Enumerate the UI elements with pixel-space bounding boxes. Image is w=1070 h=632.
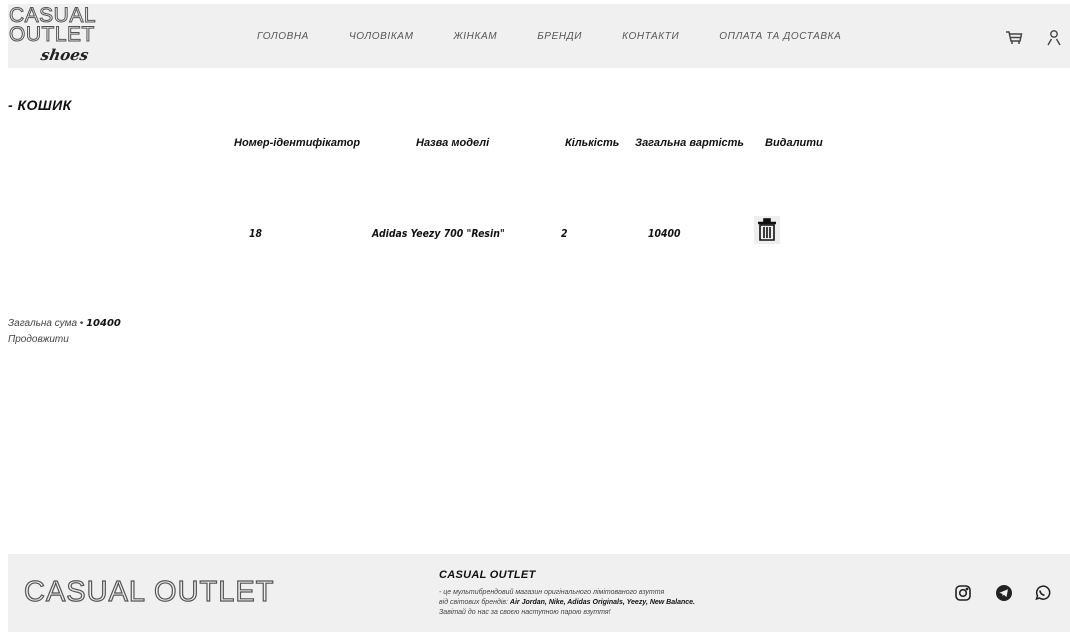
nav-item-contacts[interactable]: КОНТАКТИ — [622, 31, 679, 47]
footer-line-3: Завітай до нас за своєю наступною парою … — [439, 609, 611, 616]
main-nav: ГОЛОВНА ЧОЛОВІКАМ ЖІНКАМ БРЕНДИ КОНТАКТИ… — [257, 31, 881, 47]
site-header: CASUAL OUTLET shoes ГОЛОВНА ЧОЛОВІКАМ ЖІ… — [8, 4, 1070, 68]
footer-title: CASUAL OUTLET — [439, 569, 536, 581]
col-header-id: Номер-ідентифікатор — [234, 137, 361, 149]
nav-item-women[interactable]: ЖІНКАМ — [454, 31, 498, 47]
footer-line-1: - це мультибрендовий магазин оригінально… — [439, 589, 665, 596]
col-header-total: Загальна вартість — [635, 137, 744, 149]
cell-quantity: 2 — [561, 227, 568, 240]
cell-total-price: 10400 — [648, 227, 681, 240]
nav-item-home[interactable]: ГОЛОВНА — [257, 31, 309, 47]
col-header-quantity: Кількість — [565, 137, 620, 149]
continue-link[interactable]: Продовжити — [8, 334, 69, 345]
cart-total-value: 10400 — [86, 318, 121, 329]
cell-item-id: 18 — [249, 227, 263, 240]
cart-total: Загальна сума • 10400 — [8, 318, 121, 329]
nav-item-payment-delivery[interactable]: ОПЛАТА ТА ДОСТАВКА — [719, 31, 841, 47]
telegram-icon[interactable] — [995, 584, 1013, 602]
user-icon[interactable] — [1044, 28, 1064, 48]
footer-logo[interactable]: CASUAL OUTLET — [23, 575, 274, 609]
trash-icon — [758, 218, 776, 241]
cart-total-label: Загальна сума • — [8, 318, 87, 329]
footer-brands: Air Jordan, Nike, Adidas Originals, Yeez… — [509, 599, 695, 606]
instagram-icon[interactable] — [954, 584, 972, 602]
site-logo[interactable]: CASUAL OUTLET shoes — [9, 5, 104, 66]
col-header-delete: Видалити — [765, 137, 823, 149]
nav-item-men[interactable]: ЧОЛОВІКАМ — [349, 31, 414, 47]
page-title: - КОШИК — [8, 97, 72, 113]
footer-line-2: від світових брендів: Air Jordan, Nike, … — [439, 598, 769, 608]
site-footer: CASUAL OUTLET CASUAL OUTLET - це мультиб… — [8, 554, 1070, 632]
delete-item-button[interactable] — [754, 216, 780, 244]
logo-line-shoes: shoes — [39, 46, 90, 64]
nav-item-brands[interactable]: БРЕНДИ — [537, 31, 582, 47]
whatsapp-icon[interactable] — [1033, 584, 1051, 602]
cell-model-name: Adidas Yeezy 700 "Resin" — [372, 227, 505, 240]
col-header-model: Назва моделі — [416, 137, 490, 149]
footer-line-2-prefix: від світових брендів: — [439, 599, 510, 606]
footer-description: - це мультибрендовий магазин оригінально… — [439, 588, 769, 618]
logo-line-outlet: OUTLET — [9, 23, 95, 46]
cart-icon[interactable] — [1004, 28, 1024, 48]
